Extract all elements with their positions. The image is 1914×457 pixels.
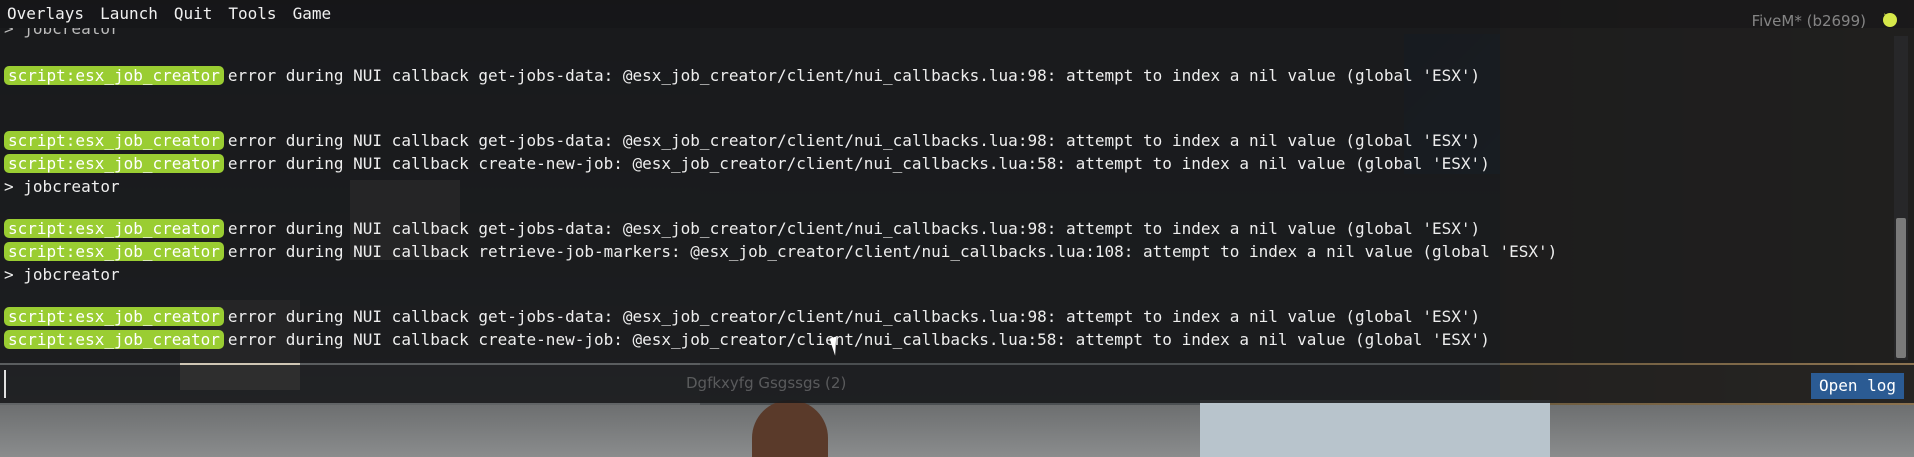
menu-overlays[interactable]: Overlays (0, 0, 92, 28)
log-text: error during NUI callback create-new-job… (227, 154, 1490, 173)
menubar: Overlays Launch Quit Tools Game (0, 0, 1914, 28)
console-scrollbar[interactable] (1894, 36, 1908, 360)
log-text: error during NUI callback retrieve-job-m… (227, 242, 1558, 261)
script-tag: script:esx_job_creator (4, 242, 224, 261)
script-tag: script:esx_job_creator (4, 330, 224, 349)
menu-tools[interactable]: Tools (220, 0, 284, 28)
log-line: script:esx_job_creator error during NUI c… (4, 218, 1480, 240)
scrollbar-thumb[interactable] (1896, 218, 1906, 358)
script-tag: script:esx_job_creator (4, 131, 224, 150)
console-panel: > jobcreator script:esx_job_creator error… (0, 28, 1914, 363)
log-line: script:esx_job_creator error during NUI c… (4, 329, 1490, 351)
floor (0, 405, 1914, 457)
console-log: > jobcreator script:esx_job_creator error… (0, 28, 1890, 363)
log-text: error during NUI callback get-jobs-data:… (227, 131, 1481, 150)
script-tag: script:esx_job_creator (4, 66, 224, 85)
log-line-command: > jobcreator (4, 177, 120, 196)
log-line: script:esx_job_creator error during NUI c… (4, 241, 1557, 263)
log-text: error during NUI callback create-new-job… (227, 330, 1490, 349)
menu-quit[interactable]: Quit (166, 0, 221, 28)
console-command-input[interactable] (4, 370, 1808, 398)
log-text: error during NUI callback get-jobs-data:… (227, 307, 1481, 326)
log-line: script:esx_job_creator error during NUI c… (4, 65, 1480, 87)
menu-launch[interactable]: Launch (92, 0, 166, 28)
log-line-command: > jobcreator (4, 265, 120, 284)
menu-game[interactable]: Game (285, 0, 340, 28)
log-line: script:esx_job_creator error during NUI c… (4, 306, 1480, 328)
log-line: script:esx_job_creator error during NUI c… (4, 153, 1490, 175)
console-input-bar: Dgfkxyfg Gsgssgs (2) Open log (0, 365, 1914, 403)
script-tag: script:esx_job_creator (4, 219, 224, 238)
fivem-logo-icon (1883, 13, 1897, 27)
script-tag: script:esx_job_creator (4, 307, 224, 326)
file-cabinet (1200, 400, 1550, 457)
open-log-button[interactable]: Open log (1810, 373, 1904, 399)
log-line: script:esx_job_creator error during NUI c… (4, 130, 1480, 152)
script-tag: script:esx_job_creator (4, 154, 224, 173)
log-text: error during NUI callback get-jobs-data:… (227, 66, 1481, 85)
log-text: error during NUI callback get-jobs-data:… (227, 219, 1481, 238)
log-line-partial: > jobcreator (4, 28, 120, 38)
